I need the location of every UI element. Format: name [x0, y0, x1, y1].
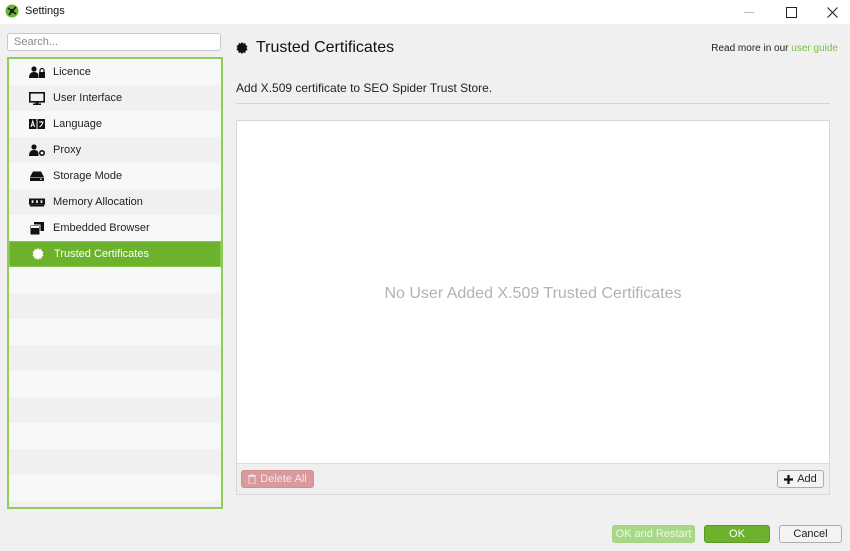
empty-row	[9, 319, 221, 345]
empty-row	[9, 293, 221, 319]
minimize-icon	[744, 11, 754, 13]
sidebar-item-label: User Interface	[53, 92, 123, 104]
sidebar-item-label: Language	[53, 118, 102, 130]
minimize-button[interactable]	[731, 0, 767, 24]
user-lock-icon	[29, 65, 45, 79]
sidebar-item-user-interface[interactable]: User Interface	[9, 85, 221, 111]
certificate-seal-icon	[30, 247, 46, 261]
sidebar-item-label: Embedded Browser	[53, 222, 150, 234]
settings-search-input[interactable]	[7, 33, 221, 51]
cancel-button[interactable]: Cancel	[779, 525, 842, 543]
maximize-icon	[785, 6, 797, 18]
sidebar-item-label: Licence	[53, 66, 91, 78]
empty-row	[9, 449, 221, 475]
panel-description: Add X.509 certificate to SEO Spider Trus…	[236, 81, 493, 95]
add-label: Add	[797, 473, 817, 485]
title-bar: Settings	[0, 0, 850, 24]
delete-all-label: Delete All	[260, 473, 307, 485]
spider-logo-icon	[5, 4, 19, 18]
trash-icon	[248, 474, 257, 484]
empty-state-message: No User Added X.509 Trusted Certificates	[384, 285, 682, 302]
sidebar-item-licence[interactable]: Licence	[9, 59, 221, 85]
sidebar-item-label: Storage Mode	[53, 170, 123, 182]
sidebar-item-language[interactable]: Language	[9, 111, 221, 137]
settings-nav-list: Licence User Interface Language Proxy St…	[7, 57, 223, 509]
memory-chip-icon	[29, 195, 45, 209]
empty-row	[9, 397, 221, 423]
sidebar-item-memory-allocation[interactable]: Memory Allocation	[9, 189, 221, 215]
close-icon	[826, 6, 838, 18]
read-more-prefix: Read more in our	[711, 43, 792, 54]
monitor-icon	[29, 91, 45, 105]
delete-all-button[interactable]: Delete All	[241, 470, 314, 488]
empty-row	[9, 423, 221, 449]
close-button[interactable]	[814, 0, 850, 24]
divider	[236, 103, 830, 104]
sidebar-item-label: Trusted Certificates	[54, 248, 149, 260]
page-title: Trusted Certificates	[236, 39, 394, 57]
add-certificate-button[interactable]: Add	[777, 470, 824, 488]
sidebar-item-label: Proxy	[53, 144, 82, 156]
empty-row	[9, 501, 221, 507]
sidebar-item-embedded-browser[interactable]: Embedded Browser	[9, 215, 221, 241]
hard-drive-icon	[29, 169, 45, 183]
sidebar-item-proxy[interactable]: Proxy	[9, 137, 221, 163]
plus-icon	[784, 474, 794, 484]
window-title: Settings	[25, 5, 65, 17]
language-icon	[29, 117, 45, 131]
empty-row	[9, 475, 221, 501]
sidebar-item-trusted-certificates[interactable]: Trusted Certificates	[9, 241, 221, 267]
empty-row	[9, 345, 221, 371]
page-title-text: Trusted Certificates	[256, 39, 395, 56]
certificate-seal-icon	[236, 42, 248, 54]
ok-button[interactable]: OK	[704, 525, 770, 543]
empty-row	[9, 267, 221, 293]
browser-windows-icon	[29, 221, 45, 235]
sidebar-item-storage-mode[interactable]: Storage Mode	[9, 163, 221, 189]
certificate-toolbar: Delete All Add	[237, 463, 829, 494]
sidebar-item-label: Memory Allocation	[53, 196, 143, 208]
empty-row	[9, 371, 221, 397]
user-shield-icon	[29, 143, 45, 157]
certificate-list: No User Added X.509 Trusted Certificates…	[236, 120, 830, 495]
ok-and-restart-button[interactable]: OK and Restart	[612, 525, 695, 543]
read-more-text: Read more in our user guide	[711, 43, 838, 54]
user-guide-link[interactable]: user guide	[791, 43, 838, 54]
maximize-button[interactable]	[773, 0, 809, 24]
